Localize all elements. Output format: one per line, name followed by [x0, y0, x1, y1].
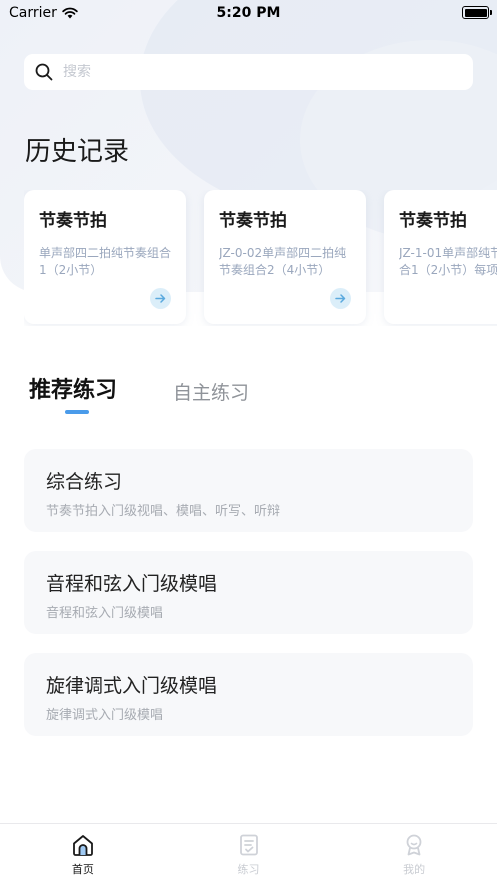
tabbar-home[interactable]: 首页: [0, 824, 166, 883]
active-tab-indicator: [65, 410, 89, 414]
history-card-desc: 单声部四二拍纯节奏组合1（2小节）: [39, 246, 171, 277]
tab-recommended[interactable]: 推荐练习: [29, 372, 117, 404]
search-input[interactable]: [63, 64, 443, 80]
search-icon: [35, 63, 53, 81]
history-card-title: 节奏节拍: [219, 211, 287, 231]
list-item-subtitle: 旋律调式入门级模唱: [46, 708, 164, 723]
list-item-title: 音程和弦入门级模唱: [46, 573, 218, 595]
bottom-tab-bar: 首页 练习 我的: [0, 823, 497, 883]
list-item[interactable]: 综合练习 节奏节拍入门级视唱、模唱、听写、听辩: [24, 449, 473, 532]
tabbar-label: 我的: [403, 863, 426, 876]
status-bar: Carrier 5:20 PM: [0, 0, 497, 26]
status-time: 5:20 PM: [216, 5, 281, 21]
history-card[interactable]: 节奏节拍 JZ-1-01单声部纯节奏组合1（2小节）每项: [384, 190, 497, 324]
history-card[interactable]: 节奏节拍 JZ-0-02单声部四二拍纯节奏组合2（4小节）: [204, 190, 366, 324]
list-item[interactable]: 旋律调式入门级模唱 旋律调式入门级模唱: [24, 653, 473, 736]
arrow-right-icon[interactable]: [330, 288, 351, 309]
tabbar-label: 练习: [237, 863, 260, 876]
search-bar[interactable]: [24, 54, 473, 90]
history-card-desc: JZ-0-02单声部四二拍纯节奏组合2（4小节）: [219, 246, 347, 277]
practice-tabs: 推荐练习 自主练习: [29, 372, 469, 420]
battery-icon: [462, 6, 492, 19]
tabbar-profile[interactable]: 我的: [331, 824, 497, 883]
history-card-title: 节奏节拍: [39, 211, 107, 231]
arrow-right-icon[interactable]: [150, 288, 171, 309]
history-carousel[interactable]: 节奏节拍 单声部四二拍纯节奏组合1（2小节） 节奏节拍 JZ-0-02单声部四二…: [24, 190, 497, 326]
list-item-subtitle: 音程和弦入门级模唱: [46, 606, 164, 621]
home-icon: [72, 835, 93, 856]
history-card-desc: JZ-1-01单声部纯节奏组合1（2小节）每项: [399, 246, 497, 277]
list-item-title: 综合练习: [46, 471, 123, 493]
history-title: 历史记录: [25, 137, 130, 167]
history-card-title: 节奏节拍: [399, 211, 467, 231]
list-item-subtitle: 节奏节拍入门级视唱、模唱、听写、听辩: [46, 504, 281, 519]
history-card[interactable]: 节奏节拍 单声部四二拍纯节奏组合1（2小节）: [24, 190, 186, 324]
practice-list: 综合练习 节奏节拍入门级视唱、模唱、听写、听辩 音程和弦入门级模唱 音程和弦入门…: [24, 449, 473, 755]
practice-icon: [239, 834, 258, 856]
profile-icon: [406, 834, 422, 856]
tabbar-practice[interactable]: 练习: [166, 824, 332, 883]
list-item-title: 旋律调式入门级模唱: [46, 675, 218, 697]
list-item[interactable]: 音程和弦入门级模唱 音程和弦入门级模唱: [24, 551, 473, 634]
tabbar-label: 首页: [71, 863, 94, 876]
tab-self-practice[interactable]: 自主练习: [173, 378, 249, 405]
